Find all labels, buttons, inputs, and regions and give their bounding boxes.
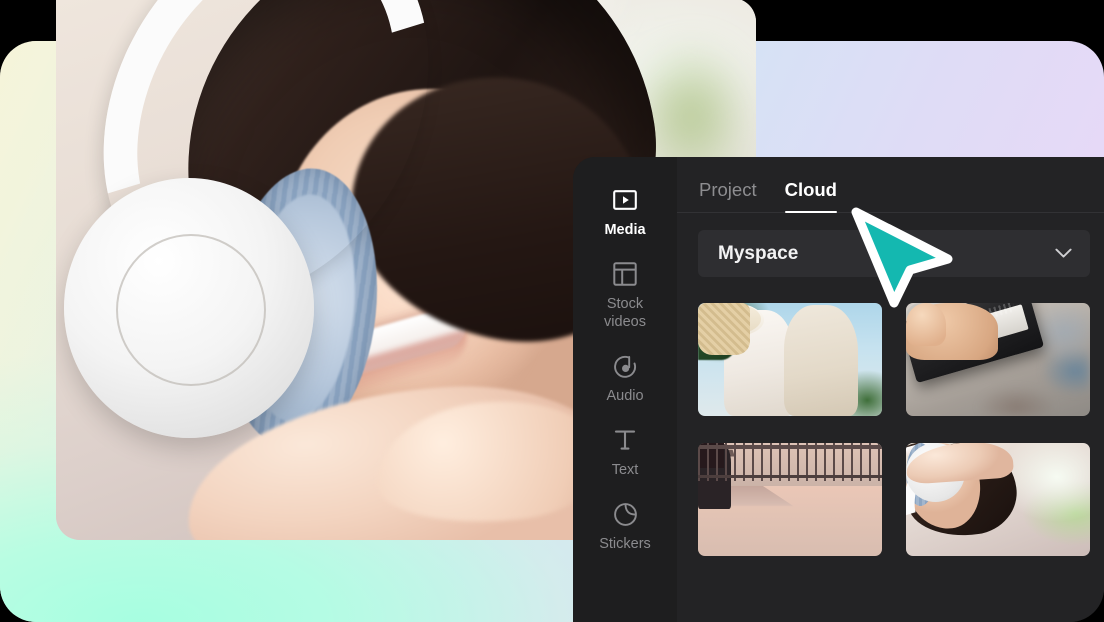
media-grid: [698, 303, 1090, 556]
media-thumbnail-foggy-harbour[interactable]: [698, 443, 882, 556]
tab-cloud[interactable]: Cloud: [784, 179, 838, 213]
sidebar-item-audio-label: Audio: [606, 388, 644, 404]
hero-headphone-cup: [64, 178, 314, 438]
sidebar-item-media[interactable]: Media: [573, 179, 677, 249]
tab-project[interactable]: Project: [699, 179, 757, 212]
sidebar-item-text[interactable]: Text: [573, 419, 677, 489]
teal-arrow-cursor: [848, 206, 956, 310]
sidebar: Media Stock videos Audio Text Stickers: [573, 157, 677, 622]
layout-grid-icon: [613, 261, 637, 287]
editor-panel: Media Stock videos Audio Text Stickers P…: [573, 157, 1104, 622]
stock-label-line1: Stock: [606, 296, 644, 312]
sidebar-item-stock-videos[interactable]: Stock videos: [573, 253, 677, 341]
media-thumbnail-cassette-tape[interactable]: [906, 303, 1090, 416]
stock-label-line2: videos: [604, 314, 646, 330]
sticker-peel-icon: [613, 501, 638, 527]
media-play-icon: [613, 187, 637, 213]
tab-bar: Project Cloud: [677, 157, 1104, 213]
media-thumbnail-woman-with-headphones[interactable]: [906, 443, 1090, 556]
sidebar-item-audio[interactable]: Audio: [573, 345, 677, 415]
thumb3-railing: [698, 443, 882, 482]
sidebar-item-stickers[interactable]: Stickers: [573, 493, 677, 563]
media-thumbnail-two-women-with-camera[interactable]: [698, 303, 882, 416]
sidebar-item-media-label: Media: [604, 222, 646, 238]
audio-note-icon: [613, 353, 638, 379]
sidebar-item-stock-videos-label: Stock videos: [604, 295, 646, 331]
thumb1-straw-bag: [698, 303, 750, 355]
sidebar-item-text-label: Text: [611, 462, 639, 478]
sidebar-item-stickers-label: Stickers: [599, 536, 651, 552]
text-t-icon: [613, 427, 637, 453]
screenshot-root: Media Stock videos Audio Text Stickers P…: [0, 0, 1104, 622]
chevron-down-icon: [1055, 248, 1072, 259]
